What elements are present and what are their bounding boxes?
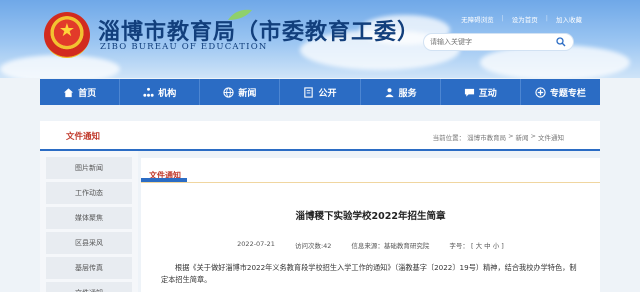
search-box (423, 33, 574, 51)
nav-label: 机构 (158, 88, 177, 99)
nav-org[interactable]: 机构 (120, 79, 201, 105)
header-banner: 淄博市教育局（市委教育工委） ZIBO BUREAU OF EDUCATION … (0, 0, 640, 78)
article-views: 访问次数:42 (294, 242, 332, 250)
top-links: 无障碍浏览 | 设为首页 | 加入收藏 (461, 14, 582, 24)
nav-label: 互动 (478, 88, 497, 99)
breadcrumb: 当前位置： 淄博市教育局 > 新闻 > 文件通知 (433, 132, 564, 142)
add-favorite-link[interactable]: 加入收藏 (556, 14, 582, 24)
set-homepage-link[interactable]: 设为首页 (512, 14, 538, 24)
nav-home[interactable]: 首页 (40, 79, 121, 105)
font-size-options[interactable]: [ 大 中 小 ] (471, 242, 504, 250)
nav-label: 公开 (318, 88, 337, 99)
emblem-logo (44, 12, 90, 58)
nav-public[interactable]: 公开 (280, 79, 361, 105)
nav-label: 专题专栏 (549, 88, 586, 99)
article-meta: 2022-07-21 访问次数:42 信息来源：基础教育研究院 字号： [ 大 … (141, 240, 600, 250)
plus-circle-icon (535, 86, 546, 98)
breadcrumb-home[interactable]: 淄博市教育局 (467, 132, 506, 142)
nav-label: 首页 (78, 88, 97, 99)
font-size-control: 字号： [ 大 中 小 ] (449, 240, 503, 250)
nav-topics[interactable]: 专题专栏 (521, 79, 600, 105)
location-label: 当前位置： (432, 134, 466, 142)
spacer (0, 105, 640, 119)
cloud-decoration (0, 55, 120, 78)
nav-service[interactable]: 服务 (361, 79, 441, 105)
sidebar: 图片新闻 工作动态 媒体聚焦 区县采风 基层传真 文件通知 (40, 151, 138, 292)
sidebar-item-grassroots[interactable]: 基层传真 (46, 257, 132, 279)
home-icon (63, 87, 74, 97)
chat-icon (464, 88, 474, 97)
article-panel: 文件通知 淄博稷下实验学校2022年招生简章 2022-07-21 访问次数:4… (141, 158, 600, 292)
search-icon[interactable] (556, 37, 566, 47)
main-nav: 首页 机构 新闻 公开 服务 互动 专题专栏 (40, 79, 600, 105)
breadcrumb-sep: > (530, 132, 536, 140)
nav-label: 新闻 (238, 88, 257, 99)
article-date: 2022-07-21 (237, 240, 275, 248)
sidebar-item-notices[interactable]: 文件通知 (46, 282, 132, 292)
sidebar-item-work-news[interactable]: 工作动态 (46, 182, 132, 204)
breadcrumb-sep: > (508, 132, 514, 140)
article-source: 信息来源：基础教育研究院 (351, 242, 430, 250)
section-header: 文件通知 当前位置： 淄博市教育局 > 新闻 > 文件通知 (40, 121, 600, 151)
accessibility-link[interactable]: 无障碍浏览 (461, 14, 494, 24)
sidebar-item-media[interactable]: 媒体聚焦 (46, 207, 132, 229)
article-title: 淄博稷下实验学校2022年招生简章 (295, 211, 446, 222)
nav-news[interactable]: 新闻 (200, 79, 281, 105)
doc-icon (304, 86, 314, 98)
nav-interact[interactable]: 互动 (441, 79, 521, 105)
article-body: 根据《关于做好淄博市2022年义务教育段学校招生入学工作的通知》（淄教基字〔20… (161, 263, 577, 284)
section-title: 文件通知 (66, 132, 101, 142)
divider (141, 182, 600, 183)
font-size-label: 字号： (449, 242, 469, 250)
breadcrumb-current[interactable]: 文件通知 (538, 132, 564, 142)
globe-icon (223, 86, 234, 98)
org-icon (143, 87, 154, 97)
search-input[interactable] (430, 37, 548, 48)
sidebar-item-photo-news[interactable]: 图片新闻 (46, 157, 132, 179)
nav-label: 服务 (398, 88, 417, 99)
people-icon (385, 87, 394, 97)
site-subtitle: ZIBO BUREAU OF EDUCATION (100, 42, 268, 52)
sidebar-item-districts[interactable]: 区县采风 (46, 232, 132, 254)
breadcrumb-news[interactable]: 新闻 (516, 132, 529, 142)
